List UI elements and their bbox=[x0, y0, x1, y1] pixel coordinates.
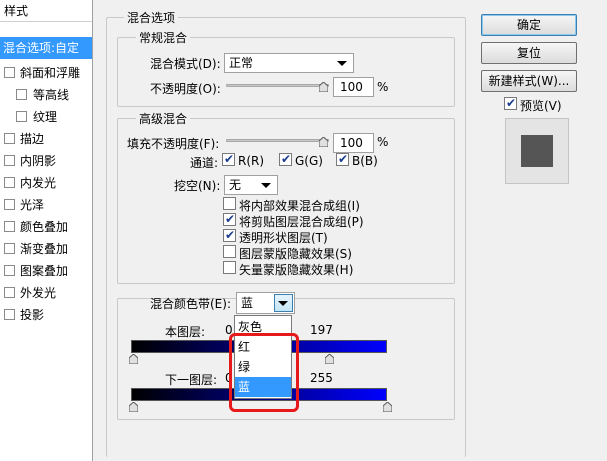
opacity-percent: % bbox=[377, 80, 389, 94]
preview-swatch bbox=[521, 135, 553, 167]
sidebar-item-outer-glow[interactable]: 外发光 bbox=[0, 282, 92, 304]
chevron-down-icon bbox=[337, 61, 347, 66]
blend-clipped-checkbox[interactable]: ✔ bbox=[223, 212, 236, 226]
opacity-label: 不透明度(O): bbox=[150, 82, 221, 96]
blend-interior-checkbox[interactable] bbox=[223, 197, 236, 210]
blending-options-title: 混合选项 bbox=[124, 9, 179, 26]
channel-r-checkbox[interactable]: ✔ bbox=[222, 152, 235, 166]
sidebar-item-pattern-overlay[interactable]: 图案叠加 bbox=[0, 260, 92, 282]
sidebar-item-gradient-overlay[interactable]: 渐变叠加 bbox=[0, 238, 92, 260]
check-icon: ✔ bbox=[224, 152, 235, 166]
check-icon: ✔ bbox=[338, 152, 349, 166]
blend-interior-label: 将内部效果混合成组(I) bbox=[239, 199, 360, 213]
checkbox[interactable] bbox=[4, 243, 15, 254]
sidebar-item-inner-shadow[interactable]: 内阴影 bbox=[0, 150, 92, 172]
opacity-input[interactable]: 100 bbox=[333, 77, 374, 97]
knockout-select[interactable]: 无 bbox=[224, 175, 278, 195]
reset-button[interactable]: 复位 bbox=[481, 42, 577, 64]
check-icon: ✔ bbox=[281, 152, 292, 166]
fill-opacity-percent: % bbox=[377, 135, 389, 149]
sidebar-item-contour[interactable]: 等高线 bbox=[0, 84, 92, 106]
preview-label: 预览(V) bbox=[520, 99, 562, 113]
chevron-down-icon bbox=[261, 183, 271, 188]
layer-mask-hides-label: 图层蒙版隐藏效果(S) bbox=[239, 247, 352, 261]
checkbox[interactable] bbox=[16, 89, 27, 100]
styles-header: 样式 bbox=[0, 0, 92, 22]
fill-opacity-slider-thumb[interactable] bbox=[319, 137, 328, 147]
vector-mask-hides-label: 矢量蒙版隐藏效果(H) bbox=[239, 263, 354, 277]
underlying-layer-low-slider[interactable] bbox=[129, 402, 138, 412]
ok-button[interactable]: 确定 bbox=[481, 14, 577, 36]
transparency-shapes-label: 透明形状图层(T) bbox=[239, 231, 328, 245]
check-icon: ✔ bbox=[506, 96, 517, 110]
checkbox[interactable] bbox=[4, 265, 15, 276]
underlying-layer-high-value: 255 bbox=[310, 371, 333, 385]
new-style-button[interactable]: 新建样式(W)... bbox=[481, 70, 577, 92]
advanced-blending-title: 高级混合 bbox=[136, 110, 191, 127]
blend-mode-label: 混合模式(D): bbox=[150, 57, 221, 71]
transparency-shapes-checkbox[interactable]: ✔ bbox=[223, 228, 236, 242]
fill-opacity-input[interactable]: 100 bbox=[333, 133, 374, 153]
preview-checkbox[interactable]: ✔ bbox=[504, 96, 517, 110]
fill-opacity-label: 填充不透明度(F): bbox=[127, 137, 220, 151]
channels-label: 通道: bbox=[190, 156, 219, 170]
sidebar-item-satin[interactable]: 光泽 bbox=[0, 194, 92, 216]
sidebar-item-texture[interactable]: 纹理 bbox=[0, 106, 92, 128]
sidebar-item-bevel-emboss[interactable]: 斜面和浮雕 bbox=[0, 62, 92, 84]
fill-opacity-slider[interactable] bbox=[226, 139, 329, 142]
styles-list: 样式 混合选项:自定 斜面和浮雕 等高线 纹理 描边 内阴影 内发光 光泽 颜色… bbox=[0, 0, 93, 461]
channel-g-label: G(G) bbox=[295, 154, 323, 168]
blend-if-select[interactable]: 蓝 bbox=[236, 292, 295, 314]
this-layer-high-slider[interactable] bbox=[325, 354, 334, 364]
vector-mask-hides-checkbox[interactable] bbox=[223, 261, 236, 274]
knockout-label: 挖空(N): bbox=[174, 179, 221, 193]
sidebar-item-stroke[interactable]: 描边 bbox=[0, 128, 92, 150]
blend-if-label: 混合颜色带(E): bbox=[150, 297, 231, 311]
annotation-box bbox=[229, 333, 299, 412]
checkbox[interactable] bbox=[4, 67, 15, 78]
opacity-slider[interactable] bbox=[226, 84, 329, 87]
preview-area bbox=[505, 118, 569, 184]
checkbox[interactable] bbox=[4, 133, 15, 144]
underlying-layer-label: 下一图层: bbox=[165, 373, 218, 387]
general-blending-title: 常规混合 bbox=[136, 29, 191, 46]
checkbox[interactable] bbox=[4, 221, 15, 232]
blend-mode-select[interactable]: 正常 bbox=[224, 53, 354, 73]
checkbox[interactable] bbox=[4, 199, 15, 210]
channel-b-label: B(B) bbox=[352, 154, 378, 168]
check-icon: ✔ bbox=[225, 212, 236, 226]
checkbox[interactable] bbox=[4, 287, 15, 298]
opacity-slider-thumb[interactable] bbox=[319, 82, 328, 92]
checkbox[interactable] bbox=[4, 155, 15, 166]
checkbox[interactable] bbox=[4, 309, 15, 320]
this-layer-label: 本图层: bbox=[165, 325, 206, 339]
this-layer-low-slider[interactable] bbox=[129, 354, 138, 364]
sidebar-item-drop-shadow[interactable]: 投影 bbox=[0, 304, 92, 326]
checkbox[interactable] bbox=[4, 177, 15, 188]
sidebar-item-color-overlay[interactable]: 颜色叠加 bbox=[0, 216, 92, 238]
checkbox[interactable] bbox=[16, 111, 27, 122]
underlying-layer-high-slider[interactable] bbox=[383, 402, 392, 412]
channel-b-checkbox[interactable]: ✔ bbox=[336, 152, 349, 166]
layer-mask-hides-checkbox[interactable] bbox=[223, 245, 236, 258]
sidebar-item-blending-options[interactable]: 混合选项:自定 bbox=[0, 37, 92, 59]
sidebar-item-inner-glow[interactable]: 内发光 bbox=[0, 172, 92, 194]
channel-g-checkbox[interactable]: ✔ bbox=[279, 152, 292, 166]
blend-clipped-label: 将剪贴图层混合成组(P) bbox=[239, 215, 364, 229]
chevron-down-icon bbox=[278, 301, 288, 306]
check-icon: ✔ bbox=[225, 228, 236, 242]
channel-r-label: R(R) bbox=[238, 154, 265, 168]
this-layer-high-value: 197 bbox=[310, 323, 333, 337]
